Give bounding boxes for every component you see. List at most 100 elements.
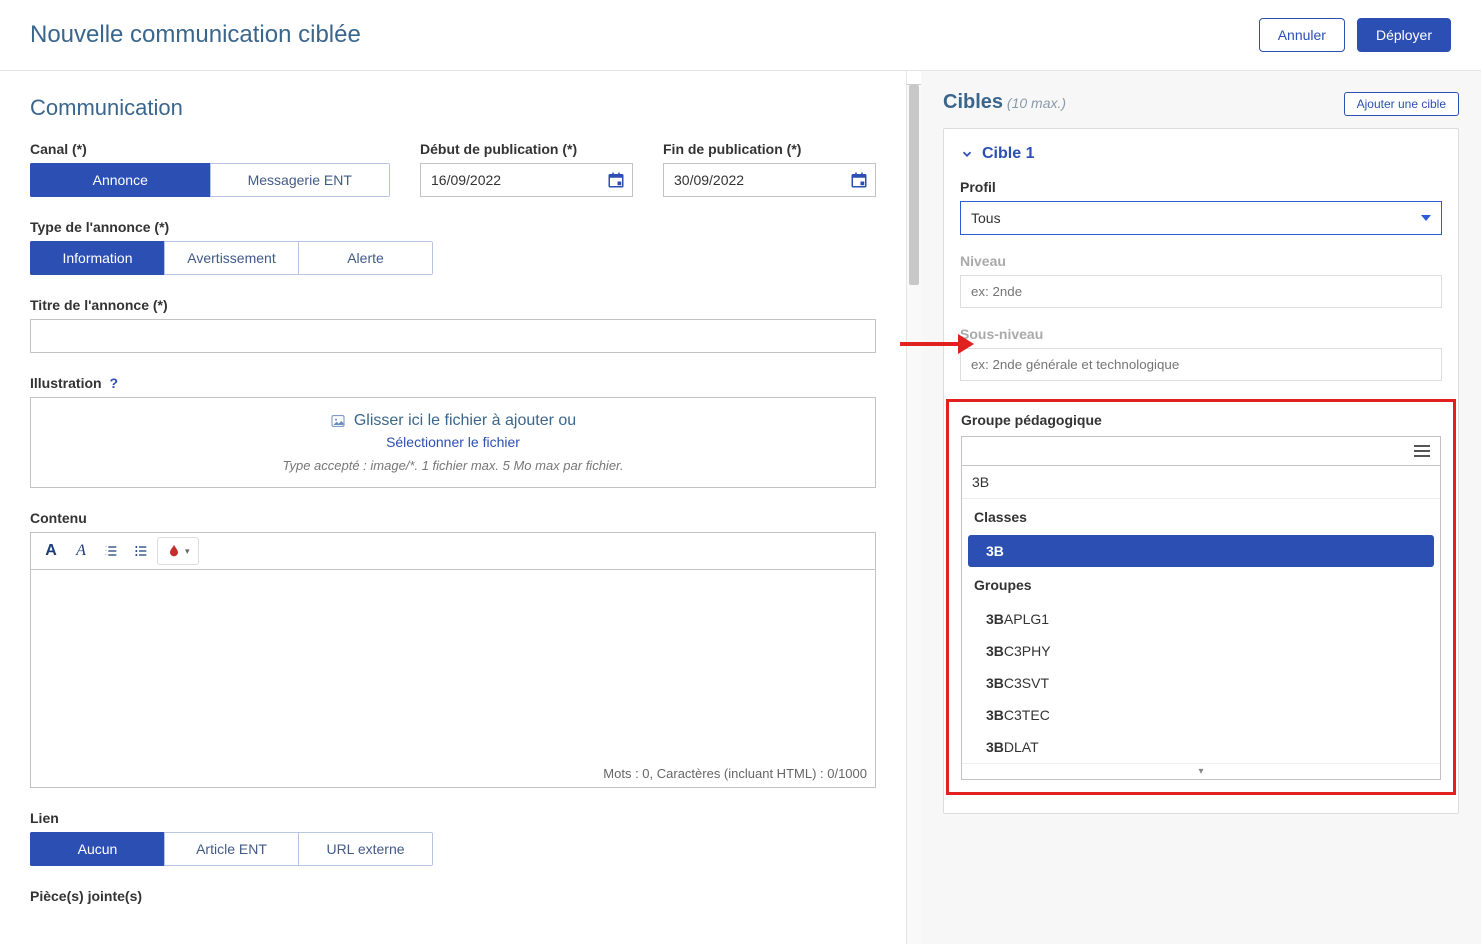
start-date-field[interactable] (420, 163, 633, 197)
start-date-label: Début de publication (*) (420, 141, 633, 157)
combo-item-3bdlat[interactable]: 3BDLAT (962, 731, 1440, 763)
combo-item-3bc3svt[interactable]: 3BC3SVT (962, 667, 1440, 699)
rich-text-editor: A A ▾ Mots : 0, Caractères (incluant HTM… (30, 532, 876, 788)
announce-type-label: Type de l'annonce (*) (30, 219, 876, 235)
select-file-link[interactable]: Sélectionner le fichier (45, 434, 861, 450)
sous-niveau-input[interactable] (960, 348, 1442, 381)
match-text: 3B (986, 707, 1004, 723)
unordered-list-button[interactable] (127, 537, 155, 565)
combo-section-groupes: Groupes (962, 567, 1440, 603)
illustration-dropzone[interactable]: Glisser ici le fichier à ajouter ou Séle… (30, 397, 876, 488)
chevron-down-icon (960, 147, 974, 161)
target-1-header[interactable]: Cible 1 (960, 145, 1442, 163)
add-target-button[interactable]: Ajouter une cible (1344, 92, 1459, 116)
link-option-url[interactable]: URL externe (298, 832, 433, 866)
link-label: Lien (30, 810, 876, 826)
editor-toolbar: A A ▾ (31, 533, 875, 570)
rest-text: DLAT (1004, 739, 1039, 755)
deploy-button[interactable]: Déployer (1357, 18, 1451, 52)
end-date-input[interactable] (663, 163, 876, 197)
match-text: 3B (986, 643, 1004, 659)
rest-text: C3TEC (1004, 707, 1050, 723)
main-column: Communication Canal (*) Annonce Messager… (0, 71, 906, 944)
type-option-information[interactable]: Information (30, 241, 165, 275)
match-text: 3B (986, 543, 1004, 559)
title-field-label: Titre de l'annonce (*) (30, 297, 876, 313)
groupe-search-input[interactable] (962, 466, 1440, 499)
bold-button[interactable]: A (37, 537, 65, 565)
announce-type-segmented: Information Avertissement Alerte (30, 241, 433, 275)
combo-item-3bc3tec[interactable]: 3BC3TEC (962, 699, 1440, 731)
annotation-arrow (900, 342, 960, 346)
calendar-icon (607, 171, 625, 189)
scrollbar-thumb[interactable] (909, 85, 919, 285)
combo-item-3b[interactable]: 3B (968, 535, 1434, 567)
cancel-button[interactable]: Annuler (1259, 18, 1345, 52)
combo-item-3bc3phy[interactable]: 3BC3PHY (962, 635, 1440, 667)
page-header: Nouvelle communication ciblée Annuler Dé… (0, 0, 1481, 71)
editor-content-area[interactable] (31, 570, 875, 760)
image-icon (330, 413, 346, 429)
dropzone-hint: Type accepté : image/*. 1 fichier max. 5… (45, 458, 861, 473)
communication-heading: Communication (30, 95, 876, 121)
main-scrollbar[interactable] (906, 71, 921, 944)
help-icon[interactable]: ? (109, 375, 118, 391)
niveau-label: Niveau (960, 253, 1442, 269)
targets-panel: Cibles (10 max.) Ajouter une cible Cible… (921, 71, 1481, 944)
combo-section-classes: Classes (962, 499, 1440, 535)
dropzone-main-text: Glisser ici le fichier à ajouter ou (45, 412, 861, 430)
type-option-avertissement[interactable]: Avertissement (164, 241, 299, 275)
link-option-none[interactable]: Aucun (30, 832, 165, 866)
groupe-combobox: Classes 3B Groupes 3BAPLG1 3BC3PHY 3BC3S… (961, 436, 1441, 780)
targets-title: Cibles (943, 91, 1003, 113)
canal-segmented: Annonce Messagerie ENT (30, 163, 390, 197)
link-option-article[interactable]: Article ENT (164, 832, 299, 866)
rest-text: C3PHY (1004, 643, 1051, 659)
target-card-1: Cible 1 Profil Tous Niveau Sous-niveau (943, 128, 1459, 814)
end-date-label: Fin de publication (*) (663, 141, 876, 157)
match-text: 3B (986, 675, 1004, 691)
target-1-title: Cible 1 (982, 145, 1034, 163)
match-text: 3B (986, 739, 1004, 755)
profile-selected-value: Tous (971, 210, 1001, 226)
scrollbar-up-button[interactable] (907, 71, 921, 85)
combo-item-3baplg1[interactable]: 3BAPLG1 (962, 603, 1440, 635)
rest-text: APLG1 (1004, 611, 1049, 627)
content-label: Contenu (30, 510, 876, 526)
header-actions: Annuler Déployer (1259, 18, 1451, 52)
canal-label: Canal (*) (30, 141, 390, 157)
type-option-alerte[interactable]: Alerte (298, 241, 433, 275)
niveau-input[interactable] (960, 275, 1442, 308)
resize-handle-icon[interactable]: ▾ (962, 763, 1440, 779)
attachments-label: Pièce(s) jointe(s) (30, 888, 876, 904)
title-input[interactable] (30, 319, 876, 353)
rest-text: C3SVT (1004, 675, 1049, 691)
groupe-selected-tags (962, 437, 1440, 466)
start-date-input[interactable] (420, 163, 633, 197)
hamburger-icon[interactable] (1414, 445, 1430, 457)
dropzone-text: Glisser ici le fichier à ajouter ou (354, 412, 576, 430)
color-button[interactable]: ▾ (157, 537, 199, 565)
illustration-label: Illustration ? (30, 375, 876, 391)
end-date-field[interactable] (663, 163, 876, 197)
groupe-dropdown-list: Classes 3B Groupes 3BAPLG1 3BC3PHY 3BC3S… (962, 499, 1440, 763)
groupe-label: Groupe pédagogique (961, 412, 1441, 428)
profile-select[interactable]: Tous (960, 201, 1442, 235)
targets-title-wrap: Cibles (10 max.) (943, 91, 1066, 114)
illustration-label-text: Illustration (30, 375, 102, 391)
ordered-list-button[interactable] (97, 537, 125, 565)
match-text: 3B (986, 611, 1004, 627)
canal-option-annonce[interactable]: Annonce (30, 163, 211, 197)
canal-option-messagerie[interactable]: Messagerie ENT (210, 163, 391, 197)
link-segmented: Aucun Article ENT URL externe (30, 832, 433, 866)
page-title: Nouvelle communication ciblée (30, 21, 361, 49)
sous-niveau-label: Sous-niveau (960, 326, 1442, 342)
targets-header: Cibles (10 max.) Ajouter une cible (943, 91, 1459, 116)
content: Communication Canal (*) Annonce Messager… (0, 71, 1481, 944)
profile-label: Profil (960, 179, 1442, 195)
italic-button[interactable]: A (67, 537, 95, 565)
groupe-highlight-box: Groupe pédagogique Classes 3B Groupes 3B… (946, 399, 1456, 795)
editor-counter: Mots : 0, Caractères (incluant HTML) : 0… (31, 760, 875, 787)
chevron-down-icon (1421, 215, 1431, 221)
targets-max-hint: (10 max.) (1007, 95, 1066, 111)
